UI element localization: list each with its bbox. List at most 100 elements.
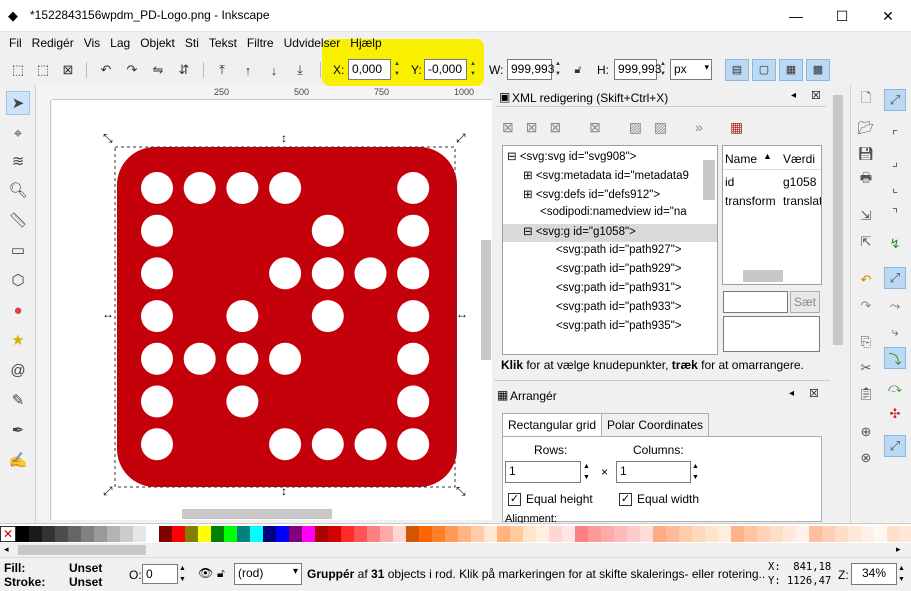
lock-icon[interactable]: 🔓︎ xyxy=(568,60,588,80)
dice-dot[interactable] xyxy=(397,172,430,204)
pencil-tool-icon[interactable]: ✎ xyxy=(6,388,30,412)
color-swatch[interactable] xyxy=(367,526,380,542)
color-swatch[interactable] xyxy=(250,526,263,542)
maximize-button[interactable]: ☐ xyxy=(819,0,865,32)
docked-panel-scrollbar[interactable] xyxy=(832,85,844,523)
tab-polar-coordinates[interactable]: Polar Coordinates xyxy=(601,413,710,437)
dice-dot[interactable] xyxy=(141,214,173,247)
xml-node[interactable]: ⊟ <svg:svg id="svg908"> xyxy=(507,149,636,163)
zoom-selection-icon[interactable]: ⊕ xyxy=(855,421,877,443)
menu-filtre[interactable]: Filtre xyxy=(242,33,279,50)
layer-visibility-icon[interactable]: 👁︎ xyxy=(198,566,213,580)
dice-dot[interactable] xyxy=(226,300,259,333)
canvas-scrollbar-v[interactable] xyxy=(481,240,491,360)
snap-toggle-icon[interactable]: ⤢ xyxy=(884,89,906,111)
import-icon[interactable]: ⇲ xyxy=(855,205,877,227)
xml-node[interactable]: ⊞ <svg:metadata id="metadata9 xyxy=(523,168,689,182)
scroll-right-icon[interactable]: ▸ xyxy=(896,544,901,555)
color-swatch[interactable] xyxy=(640,526,653,542)
attr-name-input[interactable] xyxy=(723,291,788,313)
resize-handle-w[interactable]: ↔ xyxy=(102,307,114,321)
xml-attr-delete-icon[interactable]: ▦ xyxy=(730,119,743,136)
w-spinner[interactable]: ▲ ▼ xyxy=(552,59,564,80)
color-swatch[interactable] xyxy=(354,526,367,542)
opacity-spinner[interactable]: ▲ ▼ xyxy=(179,563,186,585)
dice-dot[interactable] xyxy=(311,214,344,247)
resize-handle-s[interactable]: ↕ xyxy=(281,484,287,498)
h-field[interactable]: 999,993 xyxy=(614,59,661,80)
resize-handle-n[interactable]: ↕ xyxy=(281,131,287,145)
cut-icon[interactable]: ✂ xyxy=(855,357,877,379)
xml-node[interactable]: ⊞ <svg:defs id="defs912"> xyxy=(523,187,660,201)
minimize-button[interactable]: — xyxy=(773,0,819,32)
color-swatch[interactable] xyxy=(172,526,185,542)
deselect-icon[interactable]: ⊠ xyxy=(58,60,78,80)
resize-handle-sw[interactable]: ⤢ xyxy=(103,484,113,499)
undo-icon[interactable]: ↶ xyxy=(855,269,877,291)
dice-dot[interactable] xyxy=(354,428,387,461)
color-swatch[interactable] xyxy=(510,526,523,542)
scale-stroke-button[interactable]: ▤ xyxy=(725,59,749,81)
color-swatch[interactable] xyxy=(822,526,835,542)
xml-node[interactable]: <sodipodi:namedview id="na xyxy=(540,206,687,218)
snap-page-icon[interactable]: ⤢ xyxy=(884,435,906,457)
dice-dot[interactable] xyxy=(183,342,216,375)
zoom-drawing-icon[interactable]: ⊗ xyxy=(855,447,877,469)
dice-dot[interactable] xyxy=(141,385,173,418)
zoom-spinner[interactable]: ▲ ▼ xyxy=(898,563,905,585)
dice-dot[interactable] xyxy=(269,342,302,375)
color-swatch[interactable] xyxy=(679,526,692,542)
scrollbar-thumb[interactable] xyxy=(18,545,146,555)
attr-value-header[interactable]: Værdi xyxy=(783,152,815,166)
zoom-input[interactable]: 34% xyxy=(851,563,897,585)
dice-dot[interactable] xyxy=(269,428,302,461)
attr-value[interactable]: g1058 xyxy=(783,175,816,189)
dice-dot[interactable] xyxy=(269,257,302,290)
color-swatch[interactable] xyxy=(42,526,55,542)
color-swatch[interactable] xyxy=(575,526,588,542)
color-swatch[interactable] xyxy=(276,526,289,542)
color-swatch[interactable] xyxy=(120,526,133,542)
snap-bbox-corners-icon[interactable]: ⌞ xyxy=(884,177,906,199)
snap-centers-icon[interactable]: ✣ xyxy=(884,403,906,425)
calligraphy-tool-icon[interactable]: ✍ xyxy=(6,448,30,472)
color-swatch[interactable] xyxy=(809,526,822,542)
export-icon[interactable]: ⇱ xyxy=(855,231,877,253)
color-swatch[interactable] xyxy=(94,526,107,542)
color-swatch[interactable] xyxy=(159,526,172,542)
raise-to-top-icon[interactable]: ⤒ xyxy=(212,60,232,80)
color-swatch[interactable] xyxy=(341,526,354,542)
flip-horizontal-icon[interactable]: ⇋ xyxy=(148,60,168,80)
color-swatch[interactable] xyxy=(549,526,562,542)
scrollbar-thumb[interactable] xyxy=(833,95,843,345)
color-swatch[interactable] xyxy=(146,526,159,542)
color-swatch[interactable] xyxy=(185,526,198,542)
color-swatch[interactable] xyxy=(432,526,445,542)
ellipse-tool-icon[interactable]: ● xyxy=(6,298,30,322)
menu-objekt[interactable]: Objekt xyxy=(135,33,180,50)
dice-dot[interactable] xyxy=(141,300,173,333)
color-swatch[interactable] xyxy=(107,526,120,542)
flip-vertical-icon[interactable]: ⇵ xyxy=(174,60,194,80)
unit-select[interactable]: px ▾ xyxy=(670,59,712,80)
color-swatch[interactable] xyxy=(55,526,68,542)
dice-dot[interactable] xyxy=(397,300,430,333)
columns-input[interactable]: 1 xyxy=(616,461,691,483)
open-file-icon[interactable]: 📂︎ xyxy=(855,117,877,139)
xml-tree[interactable]: ⊟ <svg:svg id="svg908"> ⊞ <svg:metadata … xyxy=(502,145,718,355)
color-swatch[interactable] xyxy=(848,526,861,542)
panel-close-icon[interactable]: ☒ xyxy=(809,387,819,400)
tree-toggle-icon[interactable]: ⊞ xyxy=(523,189,533,201)
rows-input[interactable]: 1 xyxy=(505,461,581,483)
dice-dot[interactable] xyxy=(226,385,259,418)
w-field[interactable]: 999,993 xyxy=(507,59,554,80)
dice-dot[interactable] xyxy=(397,385,430,418)
snap-path-intersections-icon[interactable]: ⤳ xyxy=(884,295,906,317)
columns-spinner[interactable]: ▲ ▼ xyxy=(692,461,699,483)
xml-node-selected[interactable]: ⊟ <svg:g id="g1058"> xyxy=(503,224,717,242)
panel-collapse-icon[interactable]: ◂ xyxy=(789,388,794,399)
color-swatch[interactable] xyxy=(601,526,614,542)
color-swatch[interactable] xyxy=(380,526,393,542)
menu-udvidelser[interactable]: Udvidelser xyxy=(279,33,346,50)
tweak-tool-icon[interactable]: ≋ xyxy=(6,149,30,173)
